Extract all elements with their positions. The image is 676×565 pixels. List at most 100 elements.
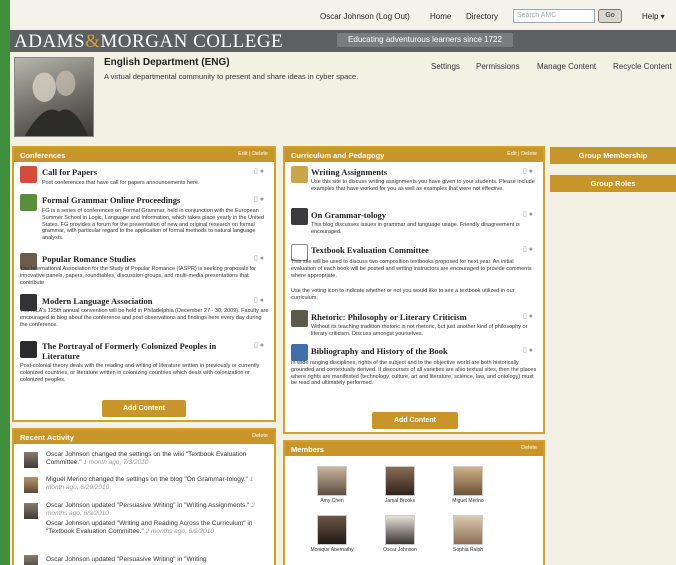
- members-panel: Members Delete Amy Chen Jamal Brooks Mig…: [283, 440, 545, 565]
- activity-item: Oscar Johnson updated "Persuasive Writin…: [46, 502, 268, 518]
- members-header: Members Delete: [285, 442, 543, 456]
- curriculum-desc: This site will be used to discuss two co…: [291, 259, 532, 279]
- pencil-icon: [291, 166, 308, 183]
- scroll-icon: [291, 310, 308, 327]
- member-card[interactable]: Oscar Johnson: [375, 515, 425, 557]
- department-image: [14, 57, 94, 137]
- member-card[interactable]: Sophia Ralph: [443, 515, 493, 557]
- conference-desc: FG is a series of conferences on Formal …: [42, 208, 264, 242]
- department-subtitle: A virtual departmental community to pres…: [104, 72, 359, 81]
- brand-bar: ADAMS&MORGAN COLLEGE Educating adventuro…: [10, 30, 676, 52]
- top-nav: Oscar Johnson (Log Out) Home Directory S…: [10, 0, 676, 30]
- group-roles-button[interactable]: Group Roles: [550, 175, 676, 192]
- curriculum-title-link[interactable]: Rhetoric: Philosophy or Literary Critici…: [311, 312, 467, 322]
- activity-item: Oscar Johnson updated "Persuasive Writin…: [46, 556, 268, 564]
- megaphone-icon: [20, 166, 37, 183]
- item-tools-icon[interactable]: ▯ ●: [254, 254, 264, 262]
- group-membership-button[interactable]: Group Membership: [550, 147, 676, 164]
- recent-activity-title: Recent Activity: [20, 433, 74, 442]
- portrait-image: [24, 70, 89, 136]
- department-title: English Department (ENG): [104, 57, 230, 68]
- add-content-button[interactable]: Add Content: [102, 400, 186, 417]
- activity-item: Oscar Johnson changed the settings on th…: [46, 451, 268, 467]
- figure-icon: [20, 341, 37, 358]
- member-photo: [385, 515, 415, 545]
- brand-amp: &: [85, 31, 101, 52]
- avatar: [24, 477, 38, 493]
- help-menu[interactable]: Help ▾: [642, 12, 665, 21]
- members-delete[interactable]: Delete: [521, 445, 537, 451]
- item-tools-icon[interactable]: ▯ ●: [523, 245, 533, 253]
- member-card[interactable]: Monique Abernathy: [307, 515, 357, 557]
- member-photo: [385, 466, 415, 496]
- member-card[interactable]: Jamal Brooks: [375, 466, 425, 508]
- member-photo: [453, 515, 483, 545]
- college-logo[interactable]: ADAMS&MORGAN COLLEGE: [14, 31, 283, 53]
- tagline: Educating adventurous learners since 172…: [337, 33, 513, 47]
- user-logout-link[interactable]: Oscar Johnson (Log Out): [320, 12, 410, 21]
- curriculum-title-link[interactable]: On Grammar-tology: [311, 210, 386, 220]
- curriculum-header: Curriculum and Pedagogy Edit | Delete: [285, 148, 543, 162]
- brand-name-b: MORGAN COLLEGE: [100, 31, 284, 52]
- curriculum-edit-delete[interactable]: Edit | Delete: [507, 151, 537, 157]
- recycle-content-link[interactable]: Recycle Content: [613, 62, 672, 71]
- member-photo: [453, 466, 483, 496]
- recent-activity-panel: Recent Activity Delete Oscar Johnson cha…: [12, 428, 276, 565]
- conference-desc: The MLA's 125th annual convention will b…: [20, 308, 269, 328]
- item-tools-icon[interactable]: ▯ ●: [523, 210, 533, 218]
- curriculum-title-link[interactable]: Writing Assignments: [311, 167, 387, 177]
- permissions-link[interactable]: Permissions: [476, 62, 520, 71]
- activity-item: Oscar Johnson updated "Writing and Readi…: [46, 520, 268, 536]
- curriculum-title: Curriculum and Pedagogy: [291, 151, 385, 160]
- typewriter-icon: [291, 208, 308, 225]
- item-tools-icon[interactable]: ▯ ●: [523, 346, 533, 354]
- conferences-title: Conferences: [20, 151, 66, 160]
- home-link[interactable]: Home: [430, 12, 451, 21]
- item-tools-icon[interactable]: ▯ ●: [523, 167, 533, 175]
- curriculum-title-link[interactable]: Bibliography and History of the Book: [311, 346, 448, 356]
- activity-text: Miguel Merino changed the settings on th…: [46, 476, 248, 483]
- conference-title-link[interactable]: Popular Romance Studies: [42, 254, 136, 264]
- search-input[interactable]: Search AMC: [513, 9, 595, 23]
- item-tools-icon[interactable]: ▯ ●: [254, 341, 264, 349]
- member-name: Miguel Merino: [452, 498, 484, 504]
- activity-time: 2 months ago, 6/9/2010: [145, 528, 214, 535]
- member-card[interactable]: Amy Chen: [307, 466, 357, 508]
- curriculum-title-link[interactable]: Textbook Evaluation Committee: [311, 245, 429, 255]
- curriculum-desc: Use this site to discuss writing assignm…: [311, 179, 535, 192]
- activity-delete[interactable]: Delete: [252, 433, 268, 439]
- item-tools-icon[interactable]: ▯ ●: [523, 312, 533, 320]
- conference-desc: Post-colonial theory deals with the read…: [20, 363, 260, 383]
- conference-title-link[interactable]: Call for Papers: [42, 167, 97, 177]
- book-icon: [20, 194, 37, 211]
- conference-desc: The International Association for the St…: [20, 266, 257, 286]
- avatar: [24, 503, 38, 519]
- item-tools-icon[interactable]: ▯ ●: [254, 195, 264, 203]
- conference-title-link[interactable]: Formal Grammar Online Proceedings: [42, 195, 180, 205]
- item-tools-icon[interactable]: ▯ ●: [254, 296, 264, 304]
- conference-title-link[interactable]: The Portrayal of Formerly Colonized Peop…: [42, 341, 242, 361]
- conferences-edit-delete[interactable]: Edit | Delete: [238, 151, 268, 157]
- recent-activity-header: Recent Activity Delete: [14, 430, 274, 444]
- directory-link[interactable]: Directory: [466, 12, 498, 21]
- add-content-button[interactable]: Add Content: [372, 412, 458, 429]
- books-icon: [291, 344, 308, 361]
- curriculum-desc: In wide ranging disciplines, rights of t…: [291, 360, 537, 387]
- activity-text: Oscar Johnson updated "Persuasive Writin…: [46, 502, 250, 509]
- conference-desc: Post conferences that have call for pape…: [42, 180, 200, 186]
- manage-content-link[interactable]: Manage Content: [537, 62, 596, 71]
- conference-title-link[interactable]: Modern Language Association: [42, 296, 153, 306]
- conferences-header: Conferences Edit | Delete: [14, 148, 274, 162]
- member-photo: [317, 466, 347, 496]
- activity-text: Oscar Johnson updated "Persuasive Writin…: [46, 556, 207, 563]
- curriculum-desc-extra: Use the voting icon to indicate whether …: [291, 288, 515, 301]
- item-tools-icon[interactable]: ▯ ●: [254, 167, 264, 175]
- app-root: { "topnav": { "user": "Oscar Johnson (Lo…: [0, 0, 676, 565]
- settings-link[interactable]: Settings: [431, 62, 460, 71]
- curriculum-desc: This blog discusses issues in grammar an…: [311, 222, 520, 235]
- member-card[interactable]: Miguel Merino: [443, 466, 493, 508]
- member-name: Oscar Johnson: [383, 547, 417, 553]
- avatar: [24, 555, 38, 565]
- go-button[interactable]: Go: [598, 9, 622, 23]
- curriculum-panel: Curriculum and Pedagogy Edit | Delete Wr…: [283, 146, 545, 434]
